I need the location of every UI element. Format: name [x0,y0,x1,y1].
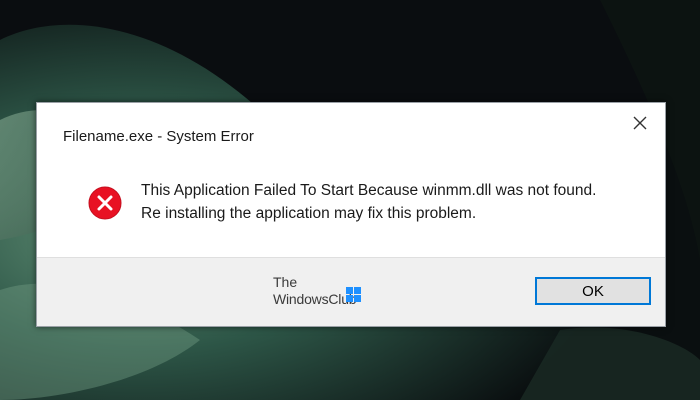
watermark-logo: The WindowsClub [273,274,373,314]
ok-button[interactable]: OK [535,277,651,305]
watermark-line2: WindowsClub [273,291,357,307]
close-icon [633,116,647,130]
windows-logo-icon [346,287,361,302]
system-error-dialog: Filename.exe - System Error This Applica… [36,102,666,327]
error-icon [88,186,122,220]
watermark-line1: The [273,274,298,290]
close-button[interactable] [625,109,655,137]
dialog-title: Filename.exe - System Error [63,128,254,145]
error-message: This Application Failed To Start Because… [141,182,597,222]
dialog-footer: The WindowsClub OK [37,257,665,326]
